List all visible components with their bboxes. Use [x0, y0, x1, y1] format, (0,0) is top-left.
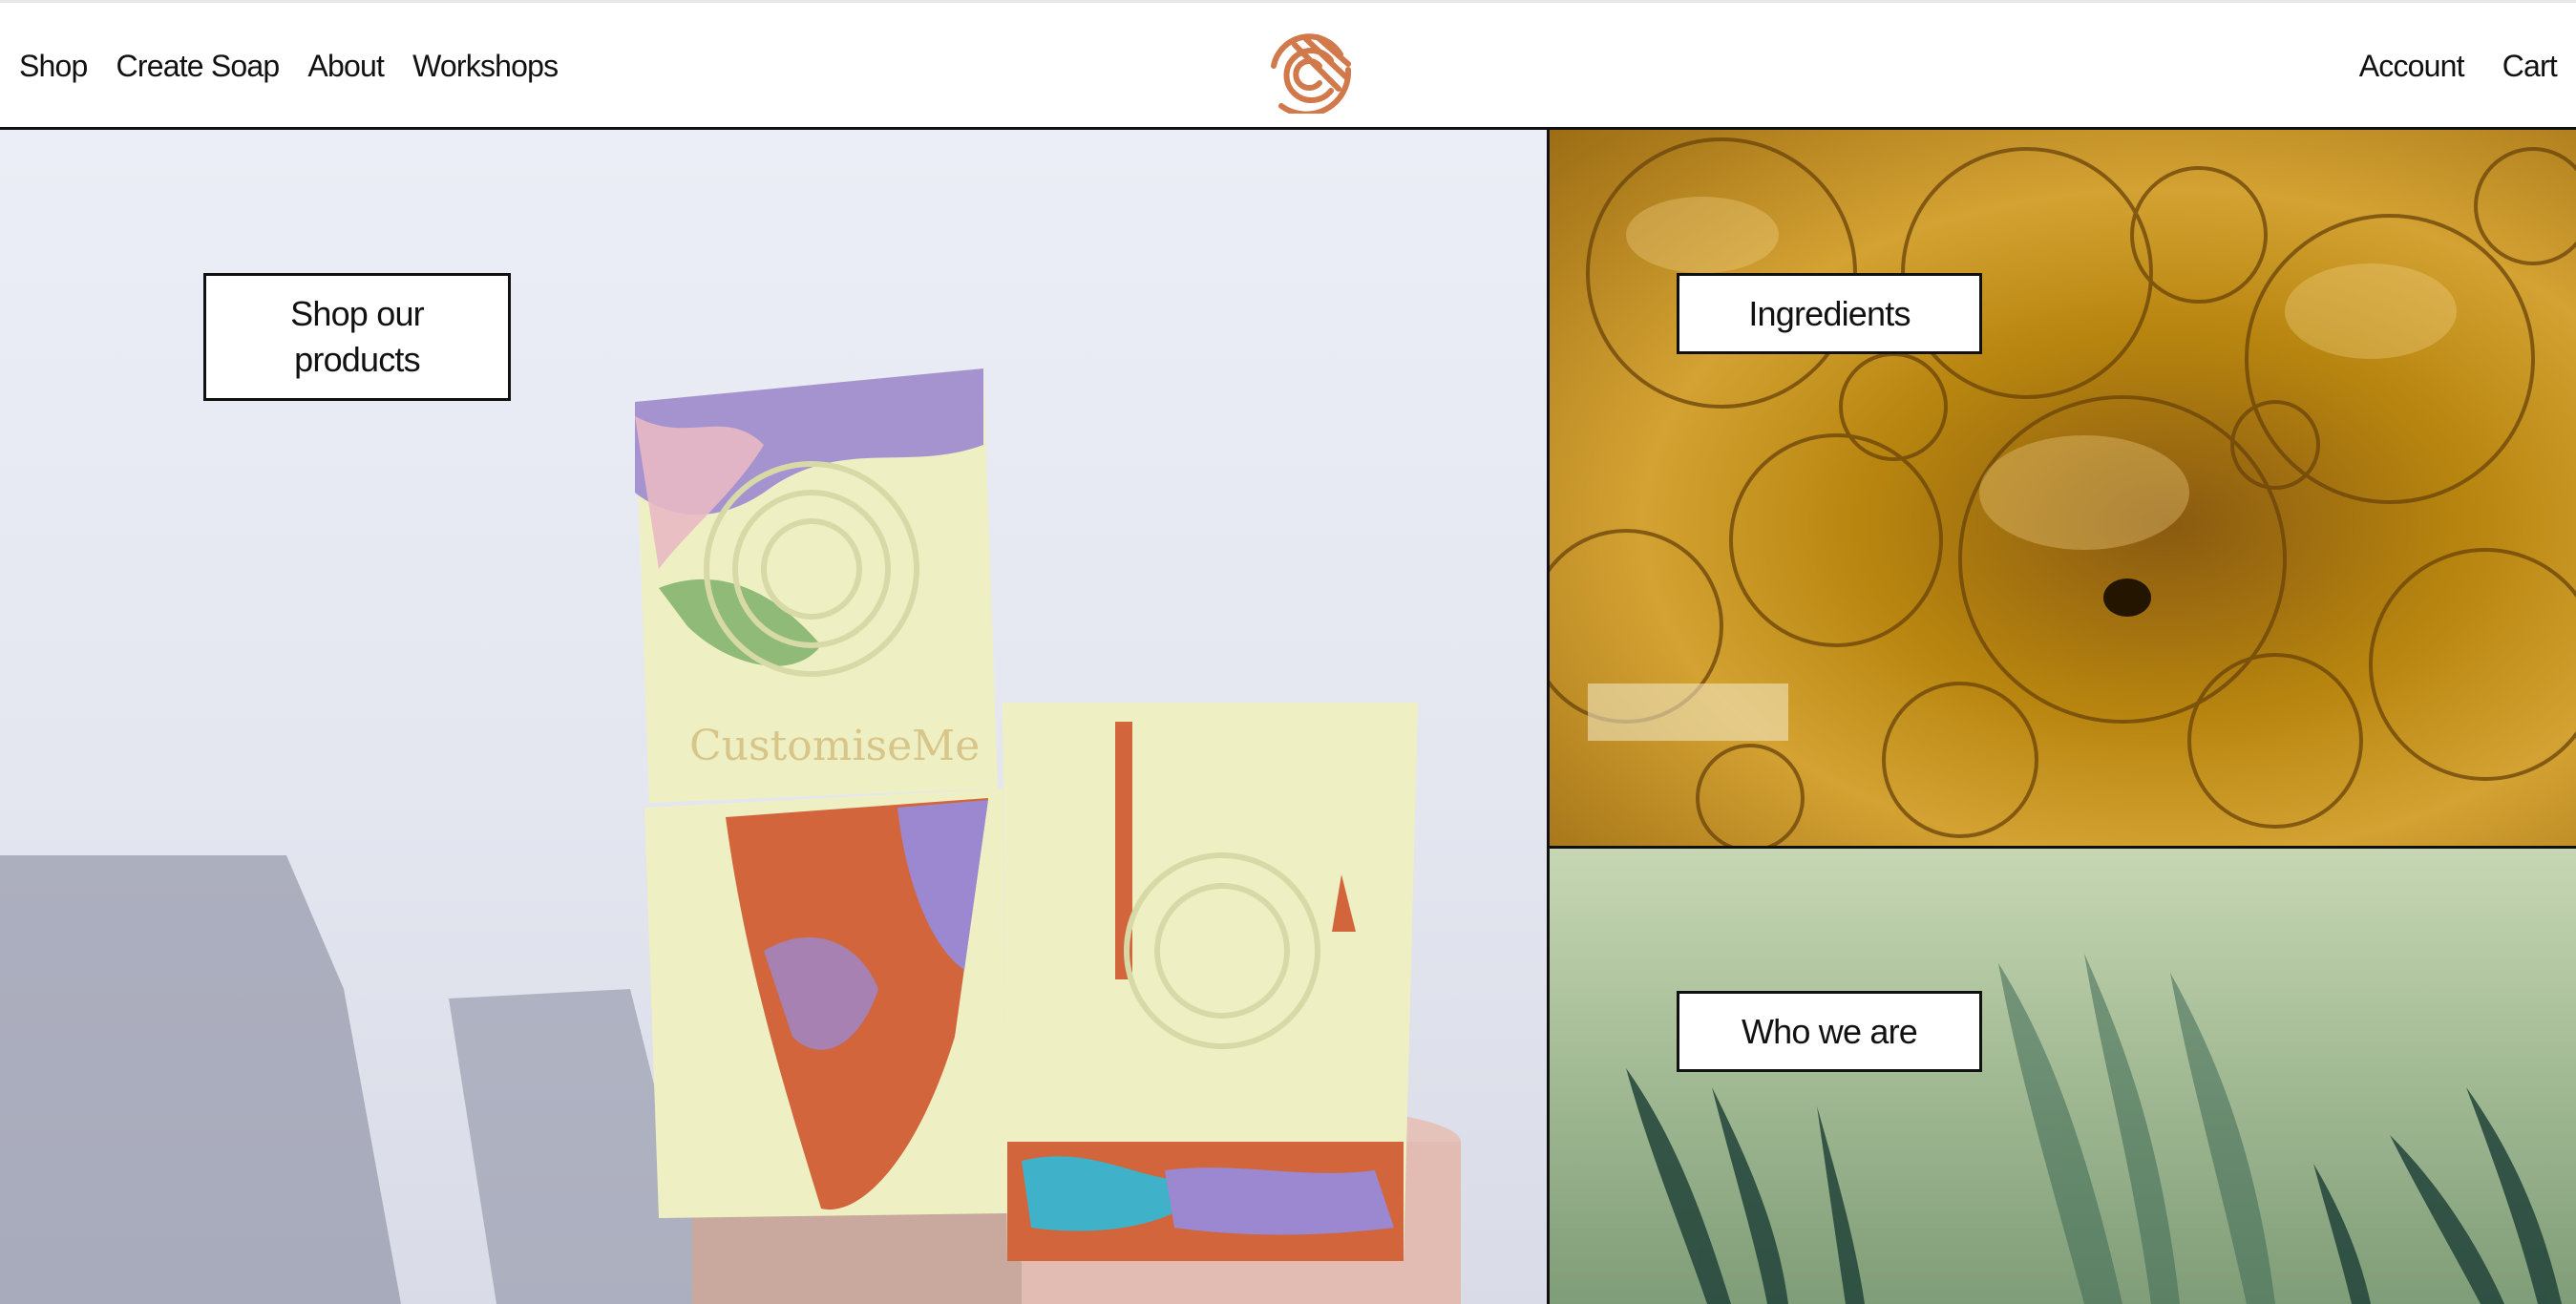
account-nav: Account Cart [2359, 3, 2558, 130]
soap-brand-text: CustomiseMe [689, 722, 980, 770]
oil-bubbles-image [1550, 137, 2576, 846]
top-navigation-bar: Shop Create Soap About Workshops Account… [0, 0, 2576, 130]
who-we-are-panel[interactable]: Who we are [1550, 849, 2576, 1304]
primary-nav: Shop Create Soap About Workshops [19, 3, 559, 130]
ingredients-button[interactable]: Ingredients [1677, 273, 1982, 354]
nav-cart-link[interactable]: Cart [2502, 49, 2558, 84]
nav-workshops-link[interactable]: Workshops [412, 49, 559, 84]
shop-button-line-1: Shop our [290, 294, 425, 333]
nav-account-link[interactable]: Account [2359, 49, 2465, 84]
nav-create-soap-link[interactable]: Create Soap [116, 49, 281, 84]
hero-grid: CustomiseMe Shop our products Ingredient… [0, 130, 2576, 1304]
who-we-are-button[interactable]: Who we are [1677, 991, 1982, 1072]
ingredients-panel[interactable]: Ingredients [1550, 130, 2576, 846]
nav-shop-link[interactable]: Shop [19, 49, 88, 84]
nav-about-link[interactable]: About [307, 49, 384, 84]
shop-our-products-button[interactable]: Shop our products [203, 273, 511, 401]
palm-leaves-image [1626, 954, 2562, 1304]
fingerprint-c-logo-icon [1271, 33, 1352, 117]
shop-products-panel[interactable]: CustomiseMe Shop our products [0, 130, 1547, 1304]
brand-logo-icon[interactable] [1260, 28, 1356, 117]
shop-button-line-2: products [294, 340, 420, 379]
